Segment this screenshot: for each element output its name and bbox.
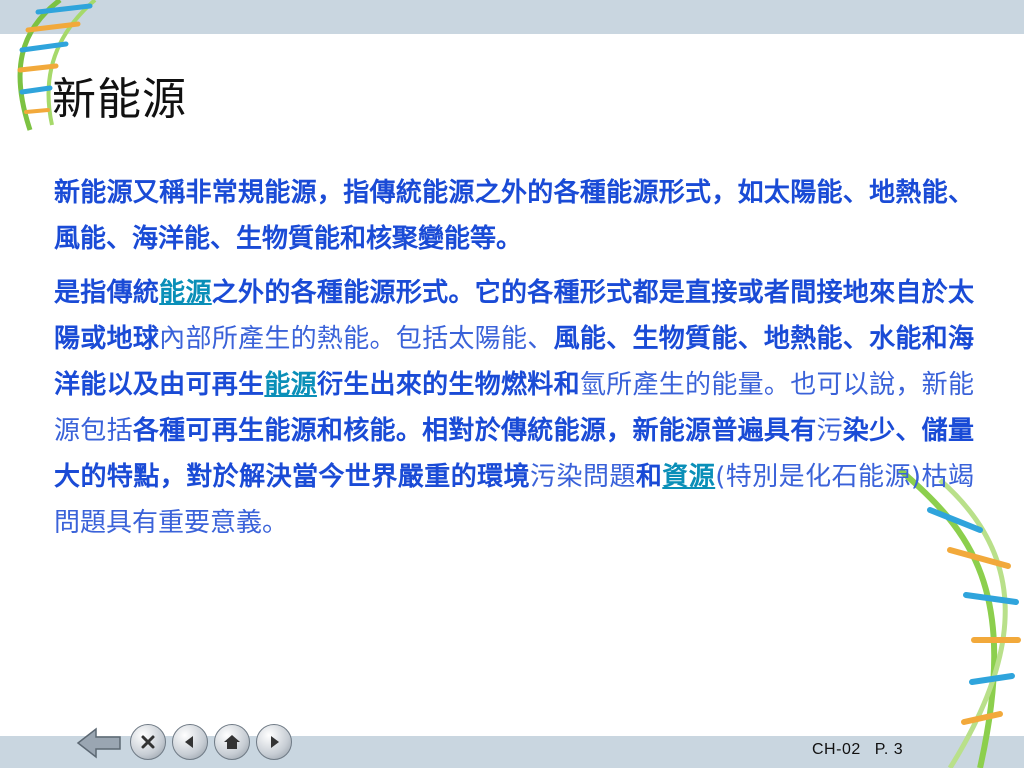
text-segment: 是指傳統 (54, 278, 160, 308)
text-segment: 衍生出來的生物燃料和 (316, 370, 580, 400)
paragraph-description: 是指傳統能源之外的各種能源形式。它的各種形式都是直接或者間接地來自於太陽或地球內… (54, 270, 974, 546)
close-icon (141, 735, 155, 749)
page-label: P. 3 (874, 741, 904, 758)
text-segment: 內部所產生的熱能。包括太陽能、 (159, 324, 554, 354)
slide-title: 新能源 (52, 74, 187, 125)
paragraph-definition: 新能源又稱非常規能源，指傳統能源之外的各種能源形式，如太陽能、地熱能、風能、海洋… (54, 178, 974, 254)
back-arrow-icon[interactable] (76, 726, 122, 760)
energy-link[interactable]: 能源 (264, 370, 317, 400)
text-segment: 和 (635, 462, 663, 492)
energy-link[interactable]: 能源 (159, 278, 212, 308)
home-icon (224, 735, 240, 749)
top-bar (0, 0, 1024, 34)
resources-link[interactable]: 資源 (662, 462, 715, 492)
chapter-label: CH-02 (812, 741, 861, 758)
previous-icon (185, 736, 193, 748)
text-segment: 各種可再生能源和核能。相對於傳統能源，新能源普遍具有 (132, 416, 817, 446)
previous-button[interactable] (172, 724, 208, 760)
text-segment: 污染問題 (530, 462, 636, 492)
slide-content: 新能源又稱非常規能源，指傳統能源之外的各種能源形式，如太陽能、地熱能、風能、海洋… (54, 170, 974, 554)
close-button[interactable] (130, 724, 166, 760)
page-indicator: CH-02 P. 3 (812, 741, 917, 759)
text-segment: 污 (816, 416, 843, 446)
next-button[interactable] (256, 724, 292, 760)
home-button[interactable] (214, 724, 250, 760)
next-icon (271, 736, 279, 748)
